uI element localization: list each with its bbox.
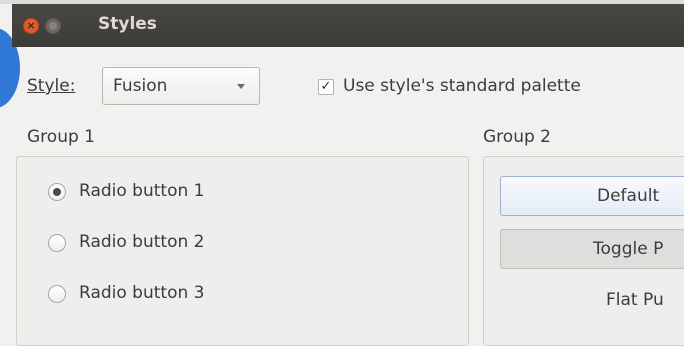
- chevron-down-icon: [237, 84, 245, 89]
- toggle-button[interactable]: Toggle P: [500, 229, 684, 269]
- window-title: Styles: [98, 14, 157, 34]
- style-combobox-value: Fusion: [113, 76, 168, 96]
- radio-button-2-label[interactable]: Radio button 2: [79, 232, 204, 252]
- window-titlebar[interactable]: × Styles: [12, 4, 684, 47]
- minimize-icon[interactable]: [45, 18, 61, 34]
- flat-button[interactable]: Flat Pu: [500, 281, 684, 321]
- radio-button-1[interactable]: [48, 183, 66, 201]
- flat-button-label: Flat Pu: [606, 290, 664, 310]
- default-button-label: Default: [597, 186, 660, 206]
- palette-checkbox-label[interactable]: Use style's standard palette: [343, 76, 581, 96]
- close-icon[interactable]: ×: [23, 18, 39, 34]
- window-content: Style: Fusion ✓ Use style's standard pal…: [12, 47, 684, 346]
- radio-button-1-label[interactable]: Radio button 1: [79, 181, 204, 201]
- radio-button-3-label[interactable]: Radio button 3: [79, 283, 204, 303]
- group1-title: Group 1: [27, 127, 95, 147]
- palette-checkbox[interactable]: ✓: [318, 79, 334, 95]
- default-button[interactable]: Default: [500, 176, 684, 216]
- group2-title: Group 2: [483, 127, 551, 147]
- style-label: Style:: [27, 76, 76, 96]
- toggle-button-label: Toggle P: [593, 239, 664, 259]
- radio-button-3[interactable]: [48, 285, 66, 303]
- radio-button-2[interactable]: [48, 234, 66, 252]
- style-combobox[interactable]: Fusion: [102, 67, 260, 105]
